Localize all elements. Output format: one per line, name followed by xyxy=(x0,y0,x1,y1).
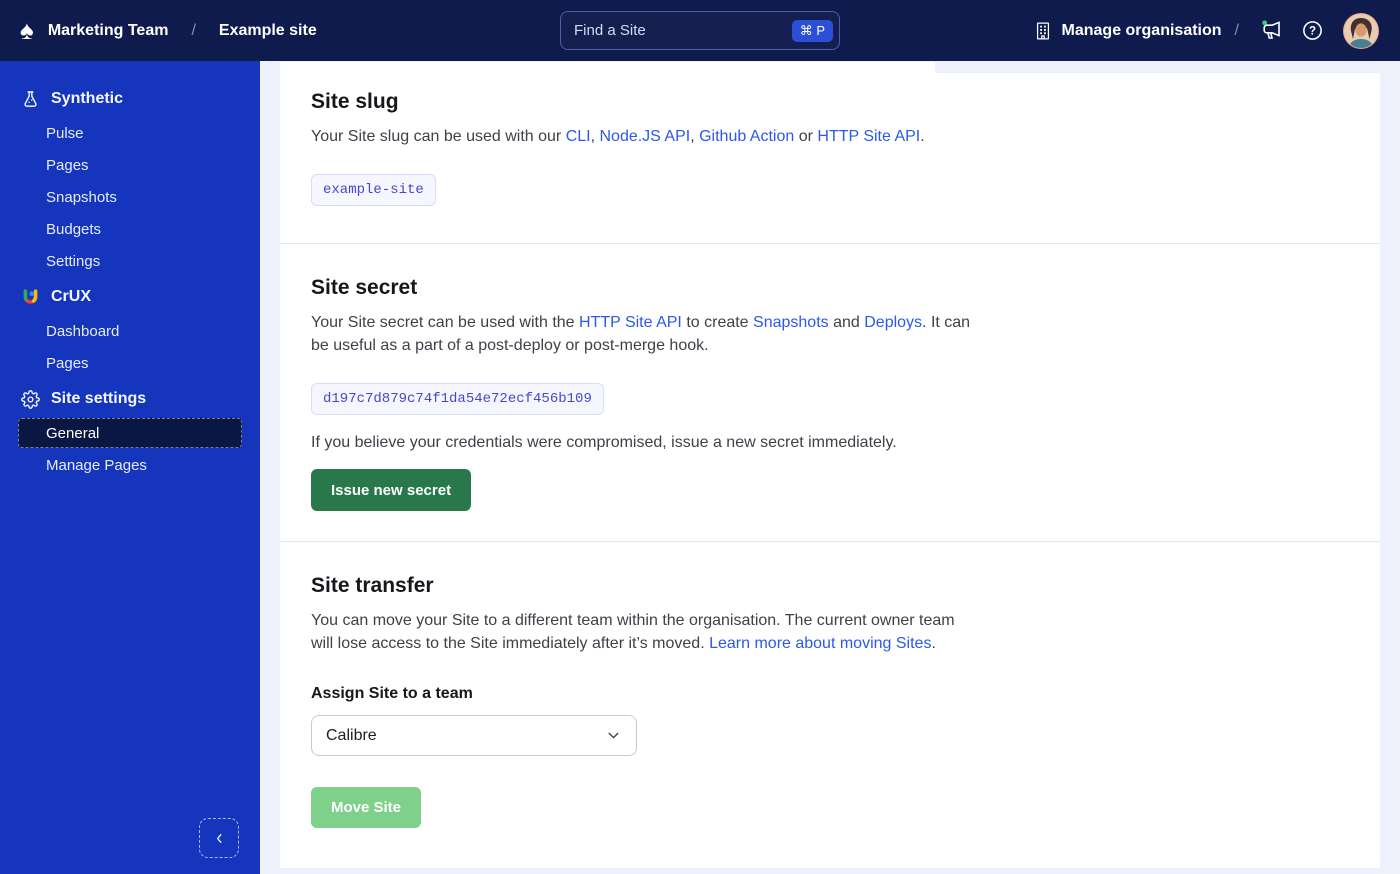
team-name[interactable]: Marketing Team xyxy=(48,22,169,40)
sidebar-item-crux[interactable]: CrUX xyxy=(0,279,260,315)
text: . xyxy=(920,128,925,145)
site-secret-value[interactable]: d197c7d879c74f1da54e72ecf456b109 xyxy=(311,383,604,415)
settings-card: Site slug Your Site slug can be used wit… xyxy=(280,62,1380,868)
github-action-link[interactable]: Github Action xyxy=(699,128,794,145)
svg-text:?: ? xyxy=(1308,26,1315,38)
sidebar-section-label: Synthetic xyxy=(51,90,124,107)
sidebar-item-site-settings[interactable]: Site settings xyxy=(0,381,260,417)
sidebar-item-synthetic[interactable]: Synthetic xyxy=(0,81,260,117)
sidebar-item-manage-pages[interactable]: Manage Pages xyxy=(0,449,260,481)
keyboard-shortcut-badge: ⌘ P xyxy=(791,19,833,42)
sidebar-item-crux-dashboard[interactable]: Dashboard xyxy=(0,315,260,347)
top-navigation-bar: ♠ Marketing Team / Example site ⌘ P xyxy=(0,0,1400,61)
text: , xyxy=(690,128,700,145)
site-transfer-description: You can move your Site to a different te… xyxy=(311,609,971,655)
assign-team-label: Assign Site to a team xyxy=(311,685,473,702)
moving-sites-link[interactable]: Learn more about moving Sites xyxy=(709,635,931,652)
text: and xyxy=(828,314,865,331)
gear-icon xyxy=(20,389,40,409)
site-secret-description: Your Site secret can be used with the HT… xyxy=(311,311,983,357)
help-button[interactable]: ? xyxy=(1297,16,1327,46)
search-input[interactable] xyxy=(574,22,792,39)
http-site-api-link[interactable]: HTTP Site API xyxy=(579,314,682,331)
sidebar-item-budgets[interactable]: Budgets xyxy=(0,213,260,245)
manage-organisation-button[interactable]: Manage organisation xyxy=(1033,21,1222,41)
sidebar-collapse-button[interactable] xyxy=(199,818,239,858)
site-slug-value[interactable]: example-site xyxy=(311,174,436,206)
crux-logo-icon xyxy=(20,287,40,307)
sidebar-section-label: CrUX xyxy=(51,288,92,305)
main-content: Site slug Your Site slug can be used wit… xyxy=(260,61,1400,874)
chevron-down-icon xyxy=(608,732,619,739)
deploys-link[interactable]: Deploys xyxy=(864,314,922,331)
user-avatar[interactable] xyxy=(1342,12,1380,50)
http-site-api-link[interactable]: HTTP Site API xyxy=(817,128,920,145)
sidebar: Synthetic Pulse Pages Snapshots Budgets … xyxy=(0,61,260,874)
nodejs-api-link[interactable]: Node.JS API xyxy=(599,128,690,145)
sidebar-item-snapshots[interactable]: Snapshots xyxy=(0,181,260,213)
manage-organisation-label: Manage organisation xyxy=(1061,21,1222,39)
sidebar-item-general[interactable]: General xyxy=(18,418,242,448)
sidebar-item-pulse[interactable]: Pulse xyxy=(0,117,260,149)
sidebar-item-pages[interactable]: Pages xyxy=(0,149,260,181)
text: Your Site secret can be used with the xyxy=(311,314,580,331)
snapshots-link[interactable]: Snapshots xyxy=(753,314,829,331)
building-icon xyxy=(1033,21,1053,41)
secret-warning-text: If you believe your credentials were com… xyxy=(311,434,897,451)
text: or xyxy=(794,128,818,145)
site-secret-section: Site secret Your Site secret can be used… xyxy=(280,244,1380,542)
site-slug-description: Your Site slug can be used with our CLI,… xyxy=(311,125,1340,148)
cli-link[interactable]: CLI xyxy=(566,128,591,145)
megaphone-icon xyxy=(1262,19,1280,39)
scroll-gutter xyxy=(935,61,1400,73)
text: to create xyxy=(681,314,754,331)
site-transfer-section: Site transfer You can move your Site to … xyxy=(280,542,1380,865)
question-mark-icon: ? xyxy=(1302,21,1322,40)
site-secret-title: Site secret xyxy=(311,276,418,299)
text: Your Site slug can be used with our xyxy=(311,128,566,145)
sidebar-section-label: Site settings xyxy=(51,390,147,407)
breadcrumb: ♠ Marketing Team / Example site xyxy=(20,17,317,44)
chevron-left-icon xyxy=(216,833,222,843)
find-site-search[interactable]: ⌘ P xyxy=(560,11,840,50)
site-name[interactable]: Example site xyxy=(219,22,317,40)
announcements-button[interactable] xyxy=(1257,16,1287,46)
issue-new-secret-button[interactable]: Issue new secret xyxy=(311,469,472,511)
calibre-logo-spade-icon[interactable]: ♠ xyxy=(20,17,34,43)
site-slug-section: Site slug Your Site slug can be used wit… xyxy=(280,62,1380,244)
flask-icon xyxy=(20,89,40,109)
site-slug-title: Site slug xyxy=(311,90,399,113)
breadcrumb-separator: / xyxy=(191,21,196,39)
header-separator: / xyxy=(1234,21,1239,39)
team-select[interactable]: Calibre xyxy=(311,715,637,756)
team-select-value: Calibre xyxy=(326,726,377,744)
site-transfer-title: Site transfer xyxy=(311,574,434,597)
header-actions: Manage organisation / ? xyxy=(1033,12,1380,50)
sidebar-item-crux-pages[interactable]: Pages xyxy=(0,347,260,379)
sidebar-item-settings[interactable]: Settings xyxy=(0,245,260,277)
move-site-button[interactable]: Move Site xyxy=(311,787,422,828)
text: . xyxy=(931,635,936,652)
